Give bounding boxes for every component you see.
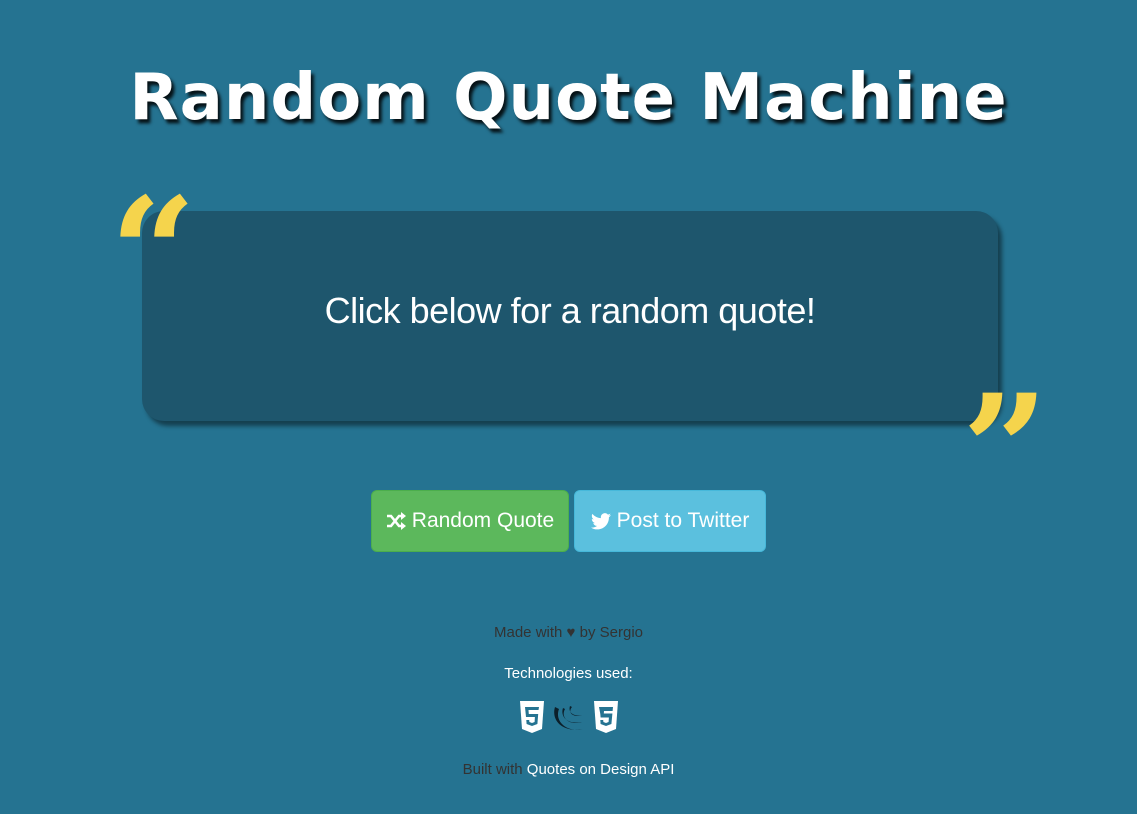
heart-icon: ♥: [566, 624, 576, 641]
made-with-credit: Made with ♥ by Sergio: [0, 624, 1137, 641]
jquery-icon: [552, 700, 586, 734]
twitter-icon: [590, 512, 611, 530]
shuffle-icon: [386, 512, 406, 530]
html5-icon: [518, 700, 546, 734]
random-quote-button[interactable]: Random Quote: [371, 490, 569, 552]
technologies-label: Technologies used:: [504, 665, 633, 682]
quotes-on-design-api-link[interactable]: Quotes on Design API: [527, 761, 675, 778]
page-title: Random Quote Machine: [129, 61, 1008, 135]
css3-icon: [592, 700, 620, 734]
close-quote-mark-icon: ”: [962, 362, 1049, 538]
post-to-twitter-label: Post to Twitter: [616, 509, 750, 532]
technology-icons: [0, 700, 1137, 734]
post-to-twitter-button[interactable]: Post to Twitter: [574, 490, 766, 552]
built-with-credit: Built with Quotes on Design API: [0, 761, 1137, 778]
made-with-prefix: Made with: [494, 624, 563, 641]
built-with-prefix: Built with: [462, 761, 523, 778]
quote-text: Click below for a random quote!: [324, 290, 816, 331]
random-quote-label: Random Quote: [411, 509, 555, 532]
quote-box: Click below for a random quote!: [142, 211, 998, 421]
made-by-suffix: by Sergio: [579, 624, 643, 641]
open-quote-mark-icon: “: [110, 165, 197, 341]
